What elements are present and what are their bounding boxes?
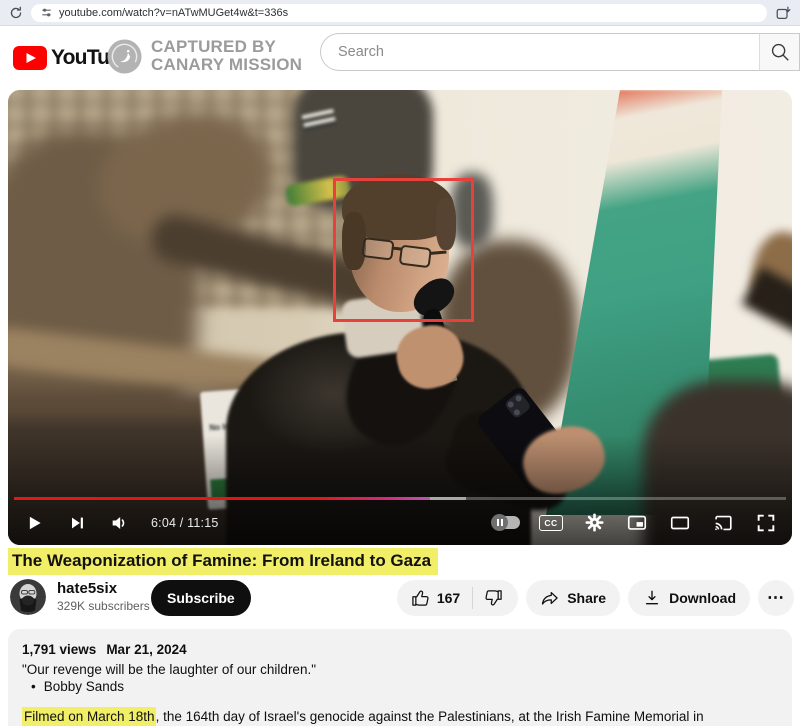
browser-toolbar: youtube.com/watch?v=nATwMUGet4w&t=336s [0, 0, 800, 26]
upload-date: Mar 21, 2024 [106, 641, 186, 658]
search-icon [769, 41, 791, 63]
search-input[interactable] [320, 33, 760, 71]
volume-icon[interactable] [108, 511, 132, 535]
download-icon [642, 588, 662, 608]
statue-forearm [742, 267, 792, 347]
canary-watermark: CAPTURED BY CANARY MISSION [107, 38, 302, 74]
player-controls: 6:04 / 11:15 CC [8, 500, 792, 545]
view-count: 1,791 views [22, 641, 96, 658]
url-text: youtube.com/watch?v=nATwMUGet4w&t=336s [59, 7, 288, 19]
reload-icon[interactable] [8, 5, 24, 21]
share-label: Share [567, 590, 606, 606]
download-label: Download [669, 590, 736, 606]
filmed-date-highlight: Filmed on March 18th [22, 707, 156, 726]
miniplayer-icon[interactable] [625, 511, 649, 535]
channel-row: hate5six 329K subscribers Subscribe 167 [0, 578, 800, 618]
settings-gear-icon[interactable] [582, 511, 606, 535]
like-button[interactable]: 167 [397, 588, 472, 608]
captions-icon[interactable]: CC [539, 515, 563, 531]
watermark-line1: CAPTURED BY [151, 38, 302, 56]
send-to-device-icon[interactable] [774, 4, 792, 22]
more-actions-button[interactable]: ⋯ [758, 580, 794, 616]
autoplay-pause-icon [491, 514, 508, 531]
thumbs-up-icon [410, 588, 430, 608]
description-stats: 1,791 views Mar 21, 2024 [22, 641, 778, 658]
youtube-header: YouTube CAPTURED BY CANARY MISSION [0, 27, 800, 89]
description-filmed-line: Filmed on March 18th, the 164th day of I… [22, 708, 778, 726]
action-buttons: 167 Share Download [397, 580, 794, 616]
youtube-logo-icon [13, 46, 47, 70]
theater-mode-icon[interactable] [668, 511, 692, 535]
autoplay-toggle[interactable] [492, 516, 520, 529]
next-button[interactable] [65, 511, 89, 535]
canary-mission-logo-icon [107, 39, 142, 74]
page: youtube.com/watch?v=nATwMUGet4w&t=336s Y… [0, 0, 800, 726]
subscribe-button[interactable]: Subscribe [151, 580, 251, 616]
like-dislike-pill: 167 [397, 580, 518, 616]
share-button[interactable]: Share [526, 580, 620, 616]
watermark-line2: CANARY MISSION [151, 56, 302, 74]
site-info-icon[interactable] [40, 6, 53, 19]
smartphone-camera [504, 391, 532, 419]
description-quote: "Our revenge will be the laughter of our… [22, 661, 778, 678]
like-count: 167 [437, 590, 460, 606]
cast-icon[interactable] [711, 511, 735, 535]
video-player[interactable]: No Iri [8, 90, 792, 545]
share-icon [540, 588, 560, 608]
thumbs-down-icon [484, 588, 504, 608]
url-bar[interactable]: youtube.com/watch?v=nATwMUGet4w&t=336s [31, 4, 767, 22]
bullet-glyph: • [31, 678, 36, 695]
fullscreen-icon[interactable] [754, 511, 778, 535]
title-row: The Weaponization of Famine: From Irelan… [8, 548, 438, 575]
more-dots-icon: ⋯ [767, 588, 785, 608]
face-annotation-box [333, 178, 474, 322]
channel-avatar[interactable] [10, 579, 46, 615]
download-button[interactable]: Download [628, 580, 750, 616]
subscriber-count: 329K subscribers [57, 599, 150, 613]
search-button[interactable] [760, 33, 800, 71]
video-title: The Weaponization of Famine: From Irelan… [8, 548, 438, 575]
channel-name[interactable]: hate5six [57, 580, 150, 597]
quote-author: Bobby Sands [44, 678, 124, 695]
description-quote-author-row: • Bobby Sands [22, 678, 778, 695]
time-display: 6:04 / 11:15 [151, 516, 219, 530]
description-box[interactable]: 1,791 views Mar 21, 2024 "Our revenge wi… [8, 629, 792, 726]
play-button[interactable] [22, 511, 46, 535]
dislike-button[interactable] [473, 588, 518, 608]
